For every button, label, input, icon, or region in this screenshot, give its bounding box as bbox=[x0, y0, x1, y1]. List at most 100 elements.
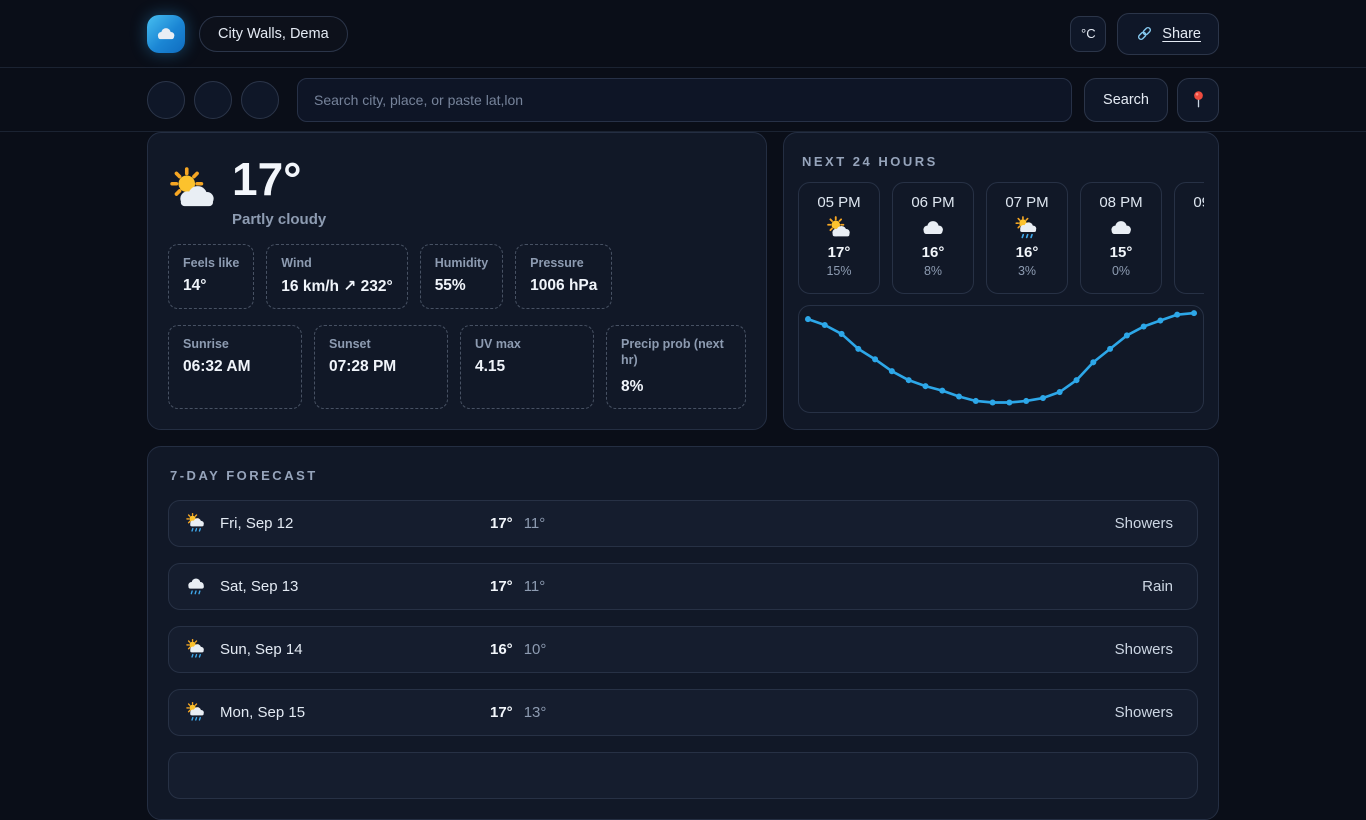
forecast-day-label: Mon, Sep 15 bbox=[220, 704, 490, 721]
forecast-condition: Showers bbox=[1115, 515, 1173, 532]
stat-value: 8% bbox=[621, 378, 731, 396]
forecast-high-temp: 17° bbox=[490, 515, 513, 532]
hourly-precip-prob: 15% bbox=[826, 264, 851, 278]
hourly-time: 07 PM bbox=[1005, 194, 1048, 211]
hourly-panel: NEXT 24 HOURS 05 PM 17° 15% 06 PM 16° 8%… bbox=[783, 132, 1219, 430]
hourly-temp: 16° bbox=[922, 244, 945, 261]
view-tabs bbox=[147, 81, 279, 119]
stat-tile: Pressure 1006 hPa bbox=[515, 244, 612, 309]
forecast-day-label: Sun, Sep 14 bbox=[220, 641, 490, 658]
stat-label: Pressure bbox=[530, 255, 597, 271]
link-icon bbox=[1135, 24, 1154, 43]
hourly-card: 06 PM 16° 8% bbox=[892, 182, 974, 294]
forecast-day-label: Sat, Sep 13 bbox=[220, 578, 490, 595]
hourly-precip-prob: 0% bbox=[1112, 264, 1130, 278]
forecast-condition: Showers bbox=[1115, 704, 1173, 721]
forecast-condition: Rain bbox=[1142, 578, 1173, 595]
forecast-weather-icon bbox=[185, 701, 207, 723]
forecast-high-temp: 17° bbox=[490, 578, 513, 595]
location-title-label: City Walls, Dema bbox=[218, 26, 329, 42]
hourly-temp: 16° bbox=[1016, 244, 1039, 261]
hourly-temp: 15° bbox=[1110, 244, 1133, 261]
search-button[interactable]: Search bbox=[1084, 78, 1168, 122]
forecast-day-label: Fri, Sep 12 bbox=[220, 515, 490, 532]
hourly-temp-chart-box bbox=[798, 305, 1204, 413]
forecast-weather-icon bbox=[185, 512, 207, 534]
current-weather-card: 17° Partly cloudy Feels like 14° Wind 16… bbox=[147, 132, 767, 430]
hourly-temp: 17° bbox=[828, 244, 851, 261]
temp-line-chart bbox=[799, 306, 1203, 412]
hourly-weather-icon bbox=[1108, 215, 1134, 241]
forecast-row[interactable]: Mon, Sep 15 17° 13° Showers bbox=[168, 689, 1198, 736]
stat-tile: Humidity 55% bbox=[420, 244, 503, 309]
nav-tab[interactable] bbox=[147, 81, 185, 119]
stat-tile: Wind 16 km/h ↗ 232° bbox=[266, 244, 407, 309]
share-button[interactable]: Share bbox=[1117, 13, 1219, 55]
stat-label: UV max bbox=[475, 336, 579, 352]
hourly-card: 08 PM 15° 0% bbox=[1080, 182, 1162, 294]
forecast-low-temp: 11° bbox=[524, 515, 546, 532]
forecast-condition: Showers bbox=[1115, 641, 1173, 658]
forecast-weather-icon bbox=[185, 638, 207, 660]
forecast-row[interactable]: Sun, Sep 14 16° 10° Showers bbox=[168, 626, 1198, 673]
hourly-card: 09 PM bbox=[1174, 182, 1204, 294]
forecast-row[interactable]: Fri, Sep 12 17° 11° Showers bbox=[168, 500, 1198, 547]
stat-tile: Sunset 07:28 PM bbox=[314, 325, 448, 409]
stat-label: Sunrise bbox=[183, 336, 287, 352]
forecast-high-temp: 17° bbox=[490, 704, 513, 721]
share-label: Share bbox=[1162, 26, 1201, 42]
forecast-row[interactable]: Sat, Sep 13 17° 11° Rain bbox=[168, 563, 1198, 610]
hourly-precip-prob: 8% bbox=[924, 264, 942, 278]
hourly-time: 09 PM bbox=[1193, 194, 1204, 211]
forecast-panel: 7-DAY FORECAST Fri, Sep 12 17° 11° Showe… bbox=[147, 446, 1219, 820]
stat-value: 4.15 bbox=[475, 358, 579, 376]
stat-value: 14° bbox=[183, 277, 239, 295]
forecast-low-temp: 13° bbox=[524, 704, 547, 721]
nav-bar: Search bbox=[0, 68, 1366, 132]
hourly-time: 06 PM bbox=[911, 194, 954, 211]
pushpin-icon bbox=[1188, 89, 1209, 110]
stat-value: 1006 hPa bbox=[530, 277, 597, 295]
forecast-low-temp: 10° bbox=[524, 641, 547, 658]
hourly-time: 05 PM bbox=[817, 194, 860, 211]
stat-tile: Precip prob (next hr) 8% bbox=[606, 325, 746, 409]
stat-label: Feels like bbox=[183, 255, 239, 271]
stat-value: 06:32 AM bbox=[183, 358, 287, 376]
forecast-high-temp: 16° bbox=[490, 641, 513, 658]
stat-value: 55% bbox=[435, 277, 488, 295]
stat-tile: Feels like 14° bbox=[168, 244, 254, 309]
search-input[interactable] bbox=[297, 78, 1072, 122]
main-content: 17° Partly cloudy Feels like 14° Wind 16… bbox=[147, 132, 1219, 820]
hourly-cards-strip[interactable]: 05 PM 17° 15% 06 PM 16° 8% 07 PM 16° 3% … bbox=[798, 182, 1204, 294]
hourly-weather-icon bbox=[826, 215, 852, 241]
hourly-weather-icon bbox=[920, 215, 946, 241]
forecast-low-temp: 11° bbox=[524, 578, 546, 595]
hourly-card: 07 PM 16° 3% bbox=[986, 182, 1068, 294]
stat-label: Precip prob (next hr) bbox=[621, 336, 731, 369]
hourly-card: 05 PM 17° 15% bbox=[798, 182, 880, 294]
forecast-row-partial[interactable] bbox=[168, 752, 1198, 799]
forecast-section-title: 7-DAY FORECAST bbox=[170, 468, 1196, 483]
current-stats-row-2: Sunrise 06:32 AM Sunset 07:28 PM UV max … bbox=[168, 325, 746, 409]
current-condition: Partly cloudy bbox=[232, 211, 326, 228]
stat-tile: Sunrise 06:32 AM bbox=[168, 325, 302, 409]
stat-value: 07:28 PM bbox=[329, 358, 433, 376]
location-title: City Walls, Dema bbox=[199, 16, 348, 52]
forecast-list: Fri, Sep 12 17° 11° Showers Sat, Sep 13 … bbox=[168, 500, 1198, 736]
nav-tab[interactable] bbox=[241, 81, 279, 119]
locate-pin-button[interactable] bbox=[1177, 78, 1219, 122]
hourly-section-title: NEXT 24 HOURS bbox=[802, 154, 1200, 169]
app-logo bbox=[147, 15, 185, 53]
hourly-weather-icon bbox=[1014, 215, 1040, 241]
stat-tile: UV max 4.15 bbox=[460, 325, 594, 409]
hourly-precip-prob: 3% bbox=[1018, 264, 1036, 278]
forecast-weather-icon bbox=[185, 575, 207, 597]
hourly-time: 08 PM bbox=[1099, 194, 1142, 211]
unit-toggle-button[interactable]: °C bbox=[1070, 16, 1106, 52]
stat-label: Humidity bbox=[435, 255, 488, 271]
stat-value: 16 km/h ↗ 232° bbox=[281, 277, 392, 296]
nav-tab[interactable] bbox=[194, 81, 232, 119]
stat-label: Sunset bbox=[329, 336, 433, 352]
current-temperature: 17° bbox=[232, 153, 326, 206]
current-stats-row-1: Feels like 14° Wind 16 km/h ↗ 232° Humid… bbox=[168, 244, 746, 309]
